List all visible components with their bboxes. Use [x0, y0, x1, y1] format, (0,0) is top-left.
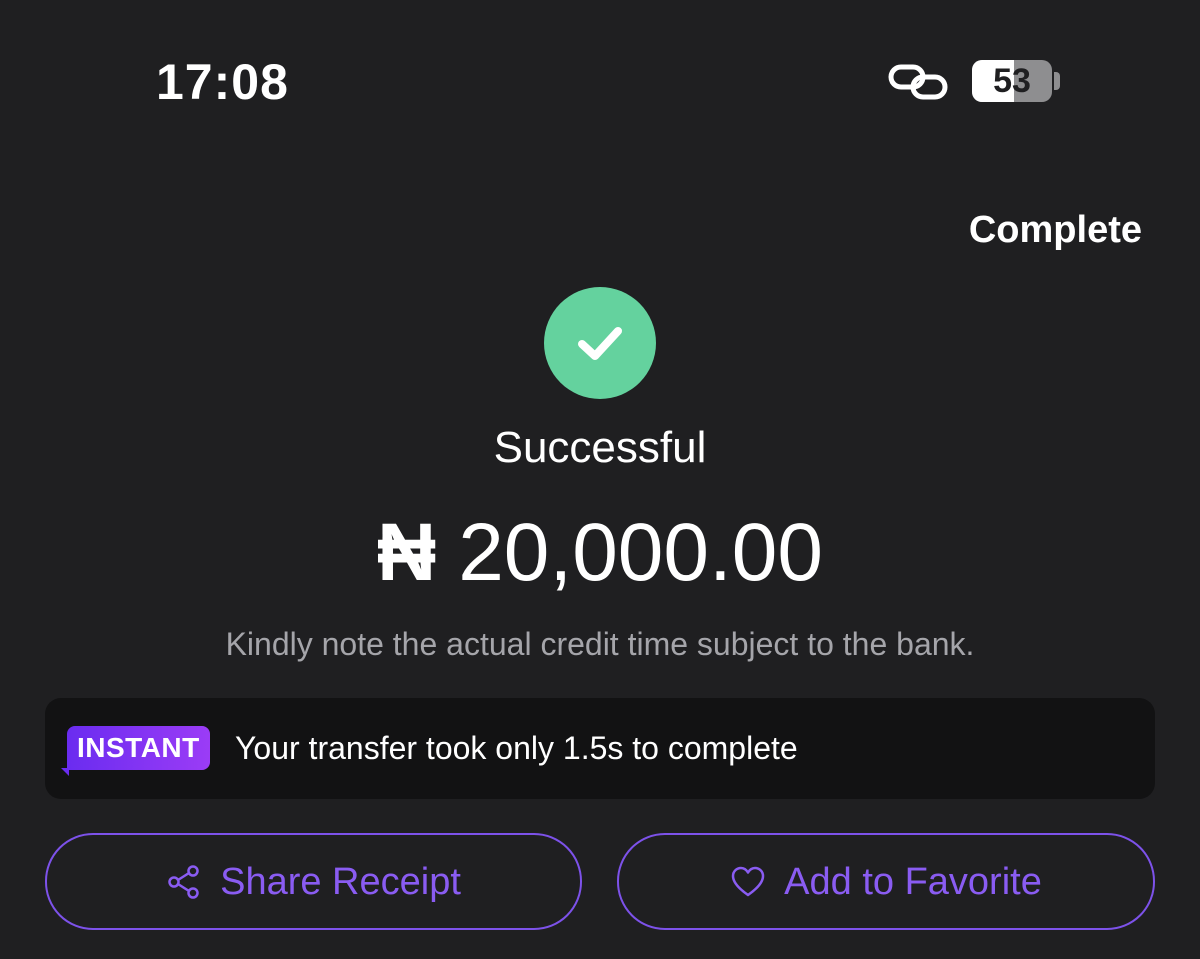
credit-time-note: Kindly note the actual credit time subje… [225, 626, 975, 662]
amount-value: 20,000.00 [458, 507, 823, 598]
currency-symbol: ₦ [376, 507, 437, 598]
transfer-success-screen: 17:08 53 Complete Successful ₦ 20,000.00 … [0, 0, 1200, 959]
battery-level: 53 [993, 62, 1031, 100]
battery-cap [1054, 72, 1060, 90]
amount-display: ₦ 20,000.00 [0, 505, 1200, 601]
heart-icon [731, 866, 765, 896]
instant-transfer-banner: INSTANT Your transfer took only 1.5s to … [45, 698, 1155, 799]
share-receipt-label: Share Receipt [220, 860, 461, 903]
battery-indicator: 53 [972, 60, 1052, 102]
status-bar: 17:08 53 [0, 0, 1200, 160]
checkmark-icon [578, 327, 622, 360]
add-to-favorite-button[interactable]: Add to Favorite [617, 833, 1155, 930]
complete-button[interactable]: Complete [969, 206, 1142, 254]
share-icon [168, 864, 199, 899]
instant-message: Your transfer took only 1.5s to complete [235, 730, 798, 766]
add-to-favorite-label: Add to Favorite [784, 860, 1042, 903]
status-time: 17:08 [156, 54, 289, 110]
instant-badge: INSTANT [61, 726, 210, 776]
success-badge [544, 287, 656, 399]
link-icon [888, 64, 948, 100]
status-label: Successful [493, 423, 707, 472]
share-receipt-button[interactable]: Share Receipt [45, 833, 582, 930]
